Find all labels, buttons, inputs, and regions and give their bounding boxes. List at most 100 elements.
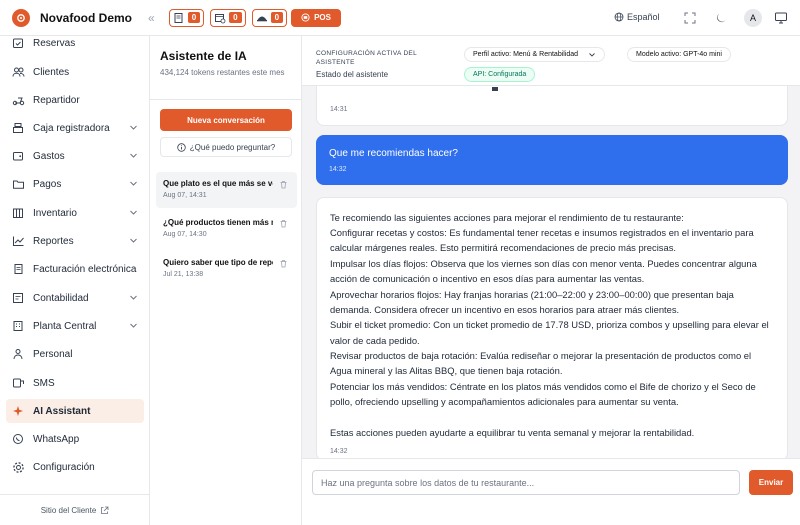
whatsapp-icon: [11, 432, 25, 446]
document-icon: [11, 262, 25, 276]
sidebar-item-repartidor[interactable]: Repartidor: [6, 88, 144, 112]
new-conversation-button[interactable]: Nueva conversación: [160, 109, 292, 131]
conversation-item[interactable]: ¿Qué productos tienen más margen Aug 07,…: [156, 211, 297, 247]
moon-icon[interactable]: [714, 11, 728, 25]
sidebar-item-facturacion[interactable]: Facturación electrónica: [6, 257, 144, 281]
sidebar-item-clientes[interactable]: Clientes: [6, 60, 144, 84]
sidebar-item-inventario[interactable]: Inventario: [6, 201, 144, 225]
user-message: Que me recomiendas hacer? 14:32: [316, 135, 788, 185]
user-avatar[interactable]: A: [744, 9, 762, 27]
send-button[interactable]: Enviar: [749, 470, 793, 495]
fullscreen-icon[interactable]: [683, 11, 697, 25]
cash-register-icon: [11, 121, 25, 135]
sidebar-item-label: SMS: [33, 377, 55, 389]
text-fragment-icon: [492, 87, 498, 91]
message-line: Subir el ticket promedio: Con un ticket …: [330, 319, 769, 330]
sidebar-item-ai-assistant[interactable]: AI Assistant: [6, 399, 144, 423]
message-line: pollo, ofreciendo upselling y acompañami…: [330, 396, 679, 407]
question-input[interactable]: [312, 470, 740, 495]
pending-orders-button[interactable]: 0: [168, 8, 205, 27]
sidebar-item-label: Clientes: [33, 66, 70, 78]
sidebar-item-label: Reservas: [33, 37, 76, 49]
language-selector[interactable]: Español: [614, 12, 660, 22]
sidebar-item-label: Pagos: [33, 178, 62, 190]
message-line: Te recomiendo las siguientes acciones pa…: [330, 212, 684, 223]
chevron-down-icon: [130, 238, 137, 243]
delivery-icon: [256, 16, 267, 21]
conversation-item[interactable]: Quiero saber que tipo de reporte Jul 21,…: [156, 251, 297, 287]
client-site-link[interactable]: Sitio del Cliente: [0, 494, 150, 525]
scheduled-orders-count: 0: [229, 12, 242, 23]
sidebar-item-planta-central[interactable]: Planta Central: [6, 314, 144, 338]
chevron-down-icon: [130, 210, 137, 215]
api-status-badge: API: Configurada: [464, 67, 536, 82]
assistant-message: Te recomiendo las siguientes acciones pa…: [316, 197, 788, 458]
building-icon: [11, 319, 25, 333]
delivery-orders-count: 0: [270, 12, 284, 23]
external-link-icon: [101, 506, 109, 514]
chevron-down-icon: [589, 52, 595, 57]
receipt-icon: [174, 12, 183, 23]
sidebar-item-reportes[interactable]: Reportes: [6, 229, 144, 253]
sidebar-item-configuracion[interactable]: Configuración: [6, 455, 144, 479]
tokens-remaining: 434,124 tokens restantes este mes: [160, 68, 285, 77]
message-line: acción de comunicación o incentivo en es…: [330, 273, 645, 284]
brand-name: Novafood Demo: [40, 10, 133, 25]
scheduled-orders-button[interactable]: 0: [210, 8, 246, 27]
message-line: Aprovechar horarios flojos: Hay franjas …: [330, 289, 734, 300]
wallet-icon: [11, 149, 25, 163]
client-site-label: Sitio del Cliente: [40, 505, 97, 515]
sidebar-item-label: Contabilidad: [33, 292, 89, 304]
chevron-down-icon: [130, 153, 137, 158]
message-line: calcular márgenes reales. Esto permitirá…: [330, 242, 676, 253]
sidebar-item-reservas[interactable]: Reservas: [6, 31, 144, 55]
gear-icon: [11, 460, 25, 474]
messages-list[interactable]: 14:31 Que me recomiendas hacer? 14:32 Te…: [302, 86, 800, 458]
config-label: CONFIGURACIÓN ACTIVA DEL ASISTENTE: [316, 50, 417, 66]
sidebar-item-gastos[interactable]: Gastos: [6, 144, 144, 168]
sidebar-item-contabilidad[interactable]: Contabilidad: [6, 286, 144, 310]
sidebar-item-label: Configuración: [33, 461, 95, 473]
conversation-item[interactable]: Que plato es el que más se vende Aug 07,…: [156, 172, 297, 208]
conversation-date: Aug 07, 14:30: [163, 231, 207, 238]
collapse-sidebar-icon[interactable]: «: [148, 11, 155, 25]
model-badge: Modelo activo: GPT-4o mini: [627, 47, 731, 62]
assistant-config-header: CONFIGURACIÓN ACTIVA DEL ASISTENTE Estad…: [302, 36, 800, 86]
sidebar-item-pagos[interactable]: Pagos: [6, 172, 144, 196]
sidebar: Reservas Clientes Repartidor Caja regist…: [0, 36, 150, 525]
sidebar-item-label: Caja registradora: [33, 122, 110, 134]
trash-icon[interactable]: [279, 219, 288, 228]
pos-button[interactable]: POS: [291, 8, 341, 27]
divider: [150, 99, 302, 100]
users-icon: [11, 65, 25, 79]
message-time: 14:32: [330, 448, 348, 455]
what-can-i-ask-button[interactable]: ¿Qué puedo preguntar?: [160, 137, 292, 157]
conversation-title: Quiero saber que tipo de reporte: [163, 258, 273, 267]
chat-area: CONFIGURACIÓN ACTIVA DEL ASISTENTE Estad…: [302, 36, 800, 525]
message-line: Impulsar los días flojos: Observa que lo…: [330, 258, 757, 269]
sidebar-item-label: Personal: [33, 348, 73, 360]
chevron-down-icon: [130, 295, 137, 300]
profile-selector[interactable]: Perfil activo: Menú & Rentabilidad: [464, 47, 606, 62]
delivery-orders-button[interactable]: 0: [251, 8, 288, 27]
monitor-icon[interactable]: [774, 11, 788, 25]
trash-icon[interactable]: [279, 180, 288, 189]
chevron-down-icon: [130, 323, 137, 328]
message-line: Configurar recetas y costos: Es fundamen…: [330, 227, 754, 238]
message-line: demanda. Considera ofrecer un incentivo …: [330, 304, 680, 315]
trash-icon[interactable]: [279, 259, 288, 268]
sidebar-item-personal[interactable]: Personal: [6, 342, 144, 366]
sidebar-item-whatsapp[interactable]: WhatsApp: [6, 427, 144, 451]
sidebar-item-label: Reportes: [33, 235, 74, 247]
app-logo-icon: [12, 8, 30, 27]
message-text: Que me recomiendas hacer?: [329, 148, 458, 159]
sidebar-item-caja-registradora[interactable]: Caja registradora: [6, 116, 144, 140]
sidebar-item-label: AI Assistant: [33, 405, 91, 417]
scooter-icon: [11, 93, 25, 107]
chat-input-bar: Enviar: [302, 458, 800, 525]
calendar-clock-icon: [215, 13, 226, 23]
chevron-down-icon: [130, 125, 137, 130]
sidebar-item-label: Inventario: [33, 207, 77, 219]
conversation-date: Aug 07, 14:31: [163, 192, 207, 199]
sidebar-item-sms[interactable]: SMS: [6, 371, 144, 395]
